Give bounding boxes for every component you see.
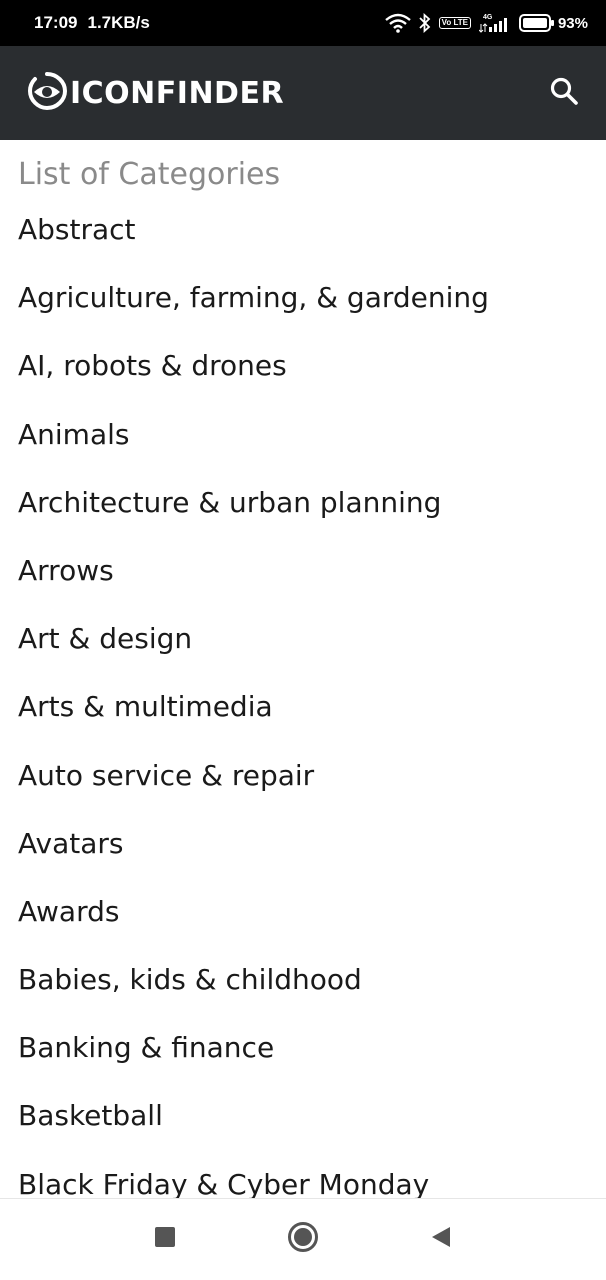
category-item[interactable]: Abstract [0,210,606,278]
category-item[interactable]: Animals [0,415,606,483]
category-item[interactable]: Auto service & repair [0,756,606,824]
status-bar: 17:09 1.7KB/s Vo LTE 4G 93% [0,0,606,46]
home-circle-icon [287,1221,319,1258]
recents-button[interactable] [145,1220,185,1260]
page-title: List of Categories [18,157,281,192]
recents-square-icon [154,1226,176,1253]
system-nav-bar [0,1198,606,1280]
category-item[interactable]: Avatars [0,824,606,892]
category-list: Abstract Agriculture, farming, & gardeni… [0,210,606,1198]
svg-text:4G: 4G [483,14,493,21]
back-triangle-icon [430,1225,452,1254]
status-speed: 1.7KB/s [87,13,150,32]
brand-logo[interactable]: ICONFINDER [26,70,284,117]
category-item[interactable]: Babies, kids & childhood [0,960,606,1028]
home-button[interactable] [283,1220,323,1260]
bluetooth-icon [418,13,431,33]
volte-label: Vo LTE [441,18,468,27]
category-item[interactable]: Awards [0,892,606,960]
status-time: 17:09 [34,13,78,32]
status-right: Vo LTE 4G 93% [384,12,588,34]
wifi-icon [384,13,411,33]
category-item[interactable]: AI, robots & drones [0,346,606,414]
category-item[interactable]: Art & design [0,619,606,687]
status-left: 17:09 1.7KB/s [34,13,150,33]
eye-logo-icon [26,70,68,117]
category-item[interactable]: Agriculture, farming, & gardening [0,278,606,346]
category-item[interactable]: Arrows [0,551,606,619]
category-item[interactable]: Architecture & urban planning [0,483,606,551]
volte-icon: Vo LTE [438,17,471,29]
category-item[interactable]: Black Friday & Cyber Monday [0,1165,606,1198]
search-icon [549,76,579,111]
app-header: ICONFINDER [0,46,606,140]
brand-name: ICONFINDER [70,75,285,111]
battery-icon: 93% [518,14,588,32]
search-button[interactable] [546,75,582,111]
back-button[interactable] [421,1220,461,1260]
battery-percent: 93% [557,14,588,32]
category-item[interactable]: Basketball [0,1096,606,1164]
main-content: List of Categories Abstract Agriculture,… [0,140,606,1198]
category-item[interactable]: Banking & finance [0,1028,606,1096]
signal-icon: 4G [478,12,511,34]
category-item[interactable]: Arts & multimedia [0,687,606,755]
